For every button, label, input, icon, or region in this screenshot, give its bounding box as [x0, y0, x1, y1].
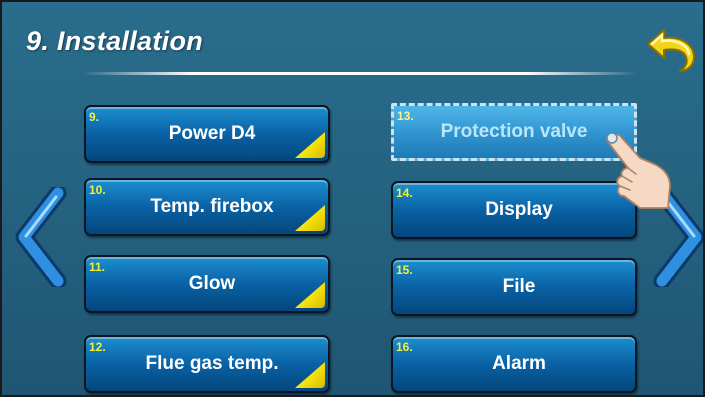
menu-item-label: Glow	[188, 273, 236, 294]
title-divider	[82, 72, 637, 75]
chevron-left-icon	[15, 184, 67, 290]
menu-item-temp-firebox[interactable]: 10. Temp. firebox	[84, 178, 330, 236]
back-arrow-icon	[647, 29, 695, 72]
menu-item-label: Temp. firebox	[150, 196, 274, 217]
menu-item-power-d4[interactable]: 9. Power D4	[84, 105, 330, 163]
installation-screen: 9. Installation 9. Power D4 10. Temp. fi…	[0, 0, 705, 397]
menu-item-display[interactable]: 14. Display	[391, 181, 637, 239]
next-page-button[interactable]	[650, 184, 703, 290]
menu-item-label: Alarm	[492, 353, 546, 374]
menu-item-label: Flue gas temp.	[145, 353, 279, 374]
menu-item-alarm[interactable]: 16. Alarm	[391, 335, 637, 393]
page-title: 9. Installation	[26, 26, 204, 56]
menu-item-label: File	[502, 276, 536, 297]
back-button[interactable]	[642, 24, 700, 74]
menu-item-file[interactable]: 15. File	[391, 258, 637, 316]
menu-item-glow[interactable]: 11. Glow	[84, 255, 330, 313]
menu-item-protection-valve[interactable]: 13. Protection valve	[391, 103, 637, 161]
menu-item-label: Protection valve	[440, 121, 588, 142]
menu-item-label: Power D4	[168, 123, 256, 144]
menu-item-label: Display	[485, 199, 553, 220]
menu-item-flue-gas-temp[interactable]: 12. Flue gas temp.	[84, 335, 330, 393]
previous-page-button[interactable]	[14, 184, 72, 290]
chevron-right-icon	[653, 184, 703, 290]
